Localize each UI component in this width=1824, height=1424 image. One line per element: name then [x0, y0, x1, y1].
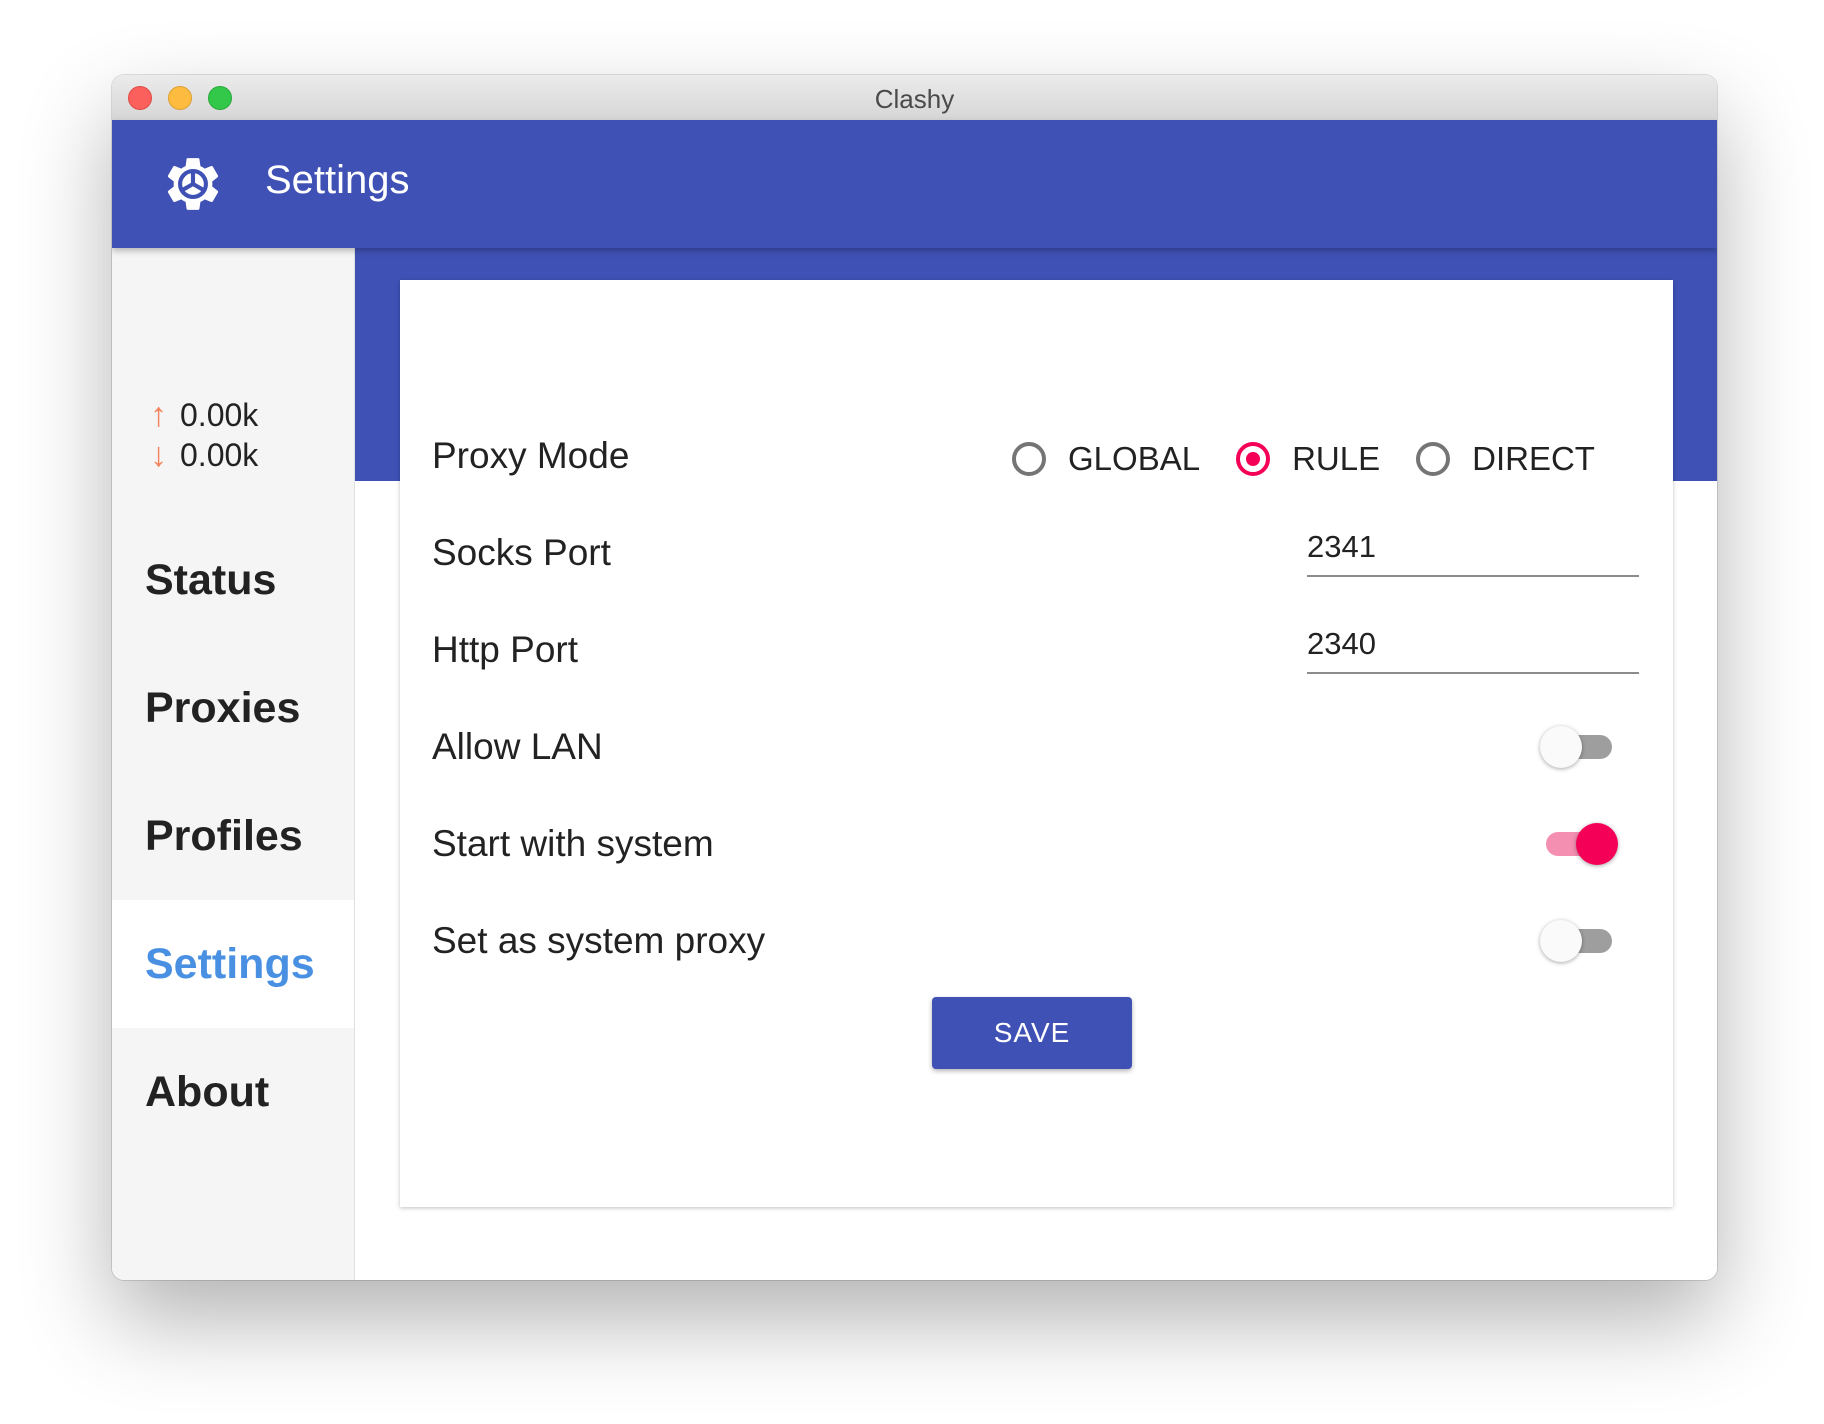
http-port-label: Http Port: [432, 629, 578, 670]
app-bar: Settings: [112, 120, 1717, 248]
radio-label: GLOBAL: [1068, 440, 1201, 477]
switch-thumb: [1540, 920, 1582, 962]
save-button[interactable]: SAVE: [932, 997, 1132, 1069]
sidebar-item-status[interactable]: Status: [112, 516, 354, 644]
radio-label: DIRECT: [1472, 440, 1595, 477]
sidebar-item-proxies[interactable]: Proxies: [112, 644, 354, 772]
settings-card: Proxy Mode GLOBAL RULE DIRECT Socks Port: [400, 280, 1673, 1207]
upload-speed-value: 0.00k: [180, 397, 259, 433]
http-port-input[interactable]: [1307, 626, 1639, 674]
title-bar[interactable]: Clashy: [112, 75, 1717, 121]
upload-speed: ↑ 0.00k: [150, 396, 258, 435]
download-speed-value: 0.00k: [180, 437, 259, 473]
app-window: Clashy Settings ↑ 0.00k ↓ 0.00k Status P…: [112, 75, 1717, 1280]
allow-lan-switch[interactable]: [1540, 725, 1620, 769]
radio-unchecked-icon: [1012, 442, 1046, 476]
arrow-up-icon: ↑: [150, 396, 167, 434]
socks-port-label: Socks Port: [432, 532, 611, 573]
sidebar: ↑ 0.00k ↓ 0.00k Status Proxies Profiles …: [112, 248, 355, 1280]
sidebar-item-label: Status: [145, 555, 277, 604]
radio-checked-icon: [1236, 442, 1271, 476]
sidebar-item-settings[interactable]: Settings: [112, 900, 354, 1028]
arrow-down-icon: ↓: [150, 436, 167, 474]
radio-label: RULE: [1292, 440, 1381, 477]
proxy-mode-rule-radio[interactable]: RULE: [1236, 440, 1380, 478]
download-speed: ↓ 0.00k: [150, 436, 258, 475]
page-title: Settings: [265, 158, 410, 202]
proxy-mode-global-radio[interactable]: GLOBAL: [1012, 440, 1200, 478]
sidebar-item-label: Settings: [145, 939, 315, 988]
gear-icon: [167, 158, 219, 210]
socks-port-input[interactable]: [1307, 529, 1639, 577]
switch-thumb: [1540, 726, 1582, 768]
sidebar-item-label: Profiles: [145, 811, 303, 860]
proxy-mode-radio-group: GLOBAL RULE DIRECT: [1012, 440, 1631, 478]
system-proxy-switch[interactable]: [1540, 919, 1620, 963]
system-proxy-label: Set as system proxy: [432, 920, 766, 961]
radio-unchecked-icon: [1416, 442, 1451, 476]
start-with-system-switch[interactable]: [1540, 822, 1620, 866]
window-title: Clashy: [874, 84, 955, 114]
sidebar-item-label: About: [145, 1067, 270, 1116]
main-content: Proxy Mode GLOBAL RULE DIRECT Socks Port: [355, 248, 1717, 1280]
sidebar-item-profiles[interactable]: Profiles: [112, 772, 354, 900]
proxy-mode-label: Proxy Mode: [432, 435, 630, 476]
start-with-system-label: Start with system: [432, 823, 714, 864]
sidebar-item-about[interactable]: About: [112, 1028, 354, 1156]
switch-thumb: [1576, 823, 1618, 865]
sidebar-item-label: Proxies: [145, 683, 301, 732]
proxy-mode-direct-radio[interactable]: DIRECT: [1416, 440, 1595, 478]
allow-lan-label: Allow LAN: [432, 726, 603, 767]
